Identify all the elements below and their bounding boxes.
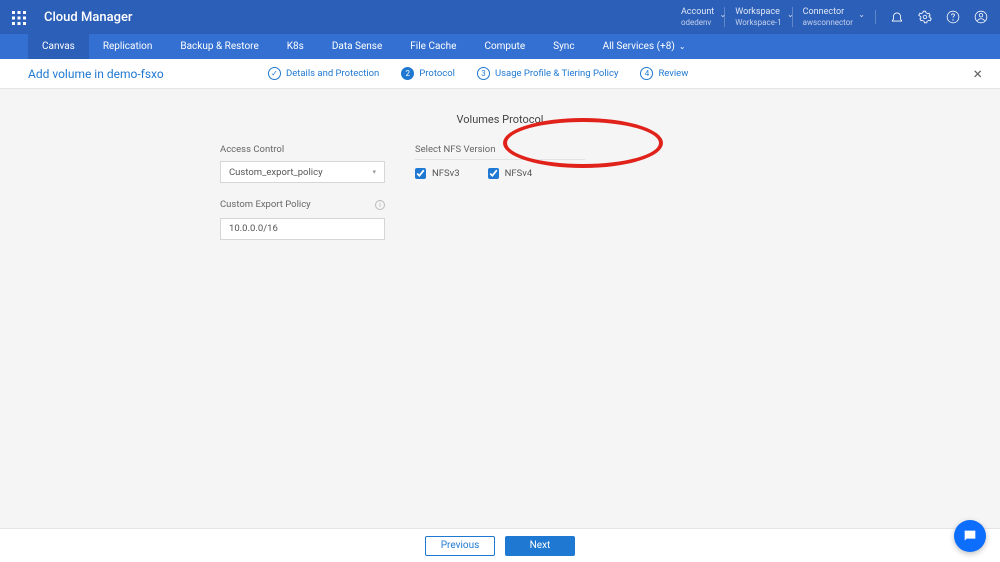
nav-replication[interactable]: Replication: [89, 34, 167, 59]
help-icon[interactable]: [946, 10, 960, 24]
nav-canvas[interactable]: Canvas: [28, 34, 89, 59]
chevron-down-icon: ⌄: [858, 10, 865, 20]
step-review[interactable]: 4 Review: [640, 67, 688, 80]
top-bar: Cloud Manager Account odedenv ⌄ Workspac…: [0, 0, 1000, 34]
custom-export-label: Custom Export Policy i: [220, 199, 385, 210]
step-label: Details and Protection: [286, 68, 379, 79]
step-protocol[interactable]: 2 Protocol: [401, 67, 455, 80]
nav-file-cache[interactable]: File Cache: [396, 34, 470, 59]
workspace-selector[interactable]: Workspace Workspace-1 ⌄: [724, 7, 791, 27]
settings-icon[interactable]: [918, 10, 932, 24]
nfsv4-checkbox-input[interactable]: [488, 168, 499, 179]
step-label: Review: [658, 68, 688, 79]
wizard-subheader: Add volume in demo-fsxo ✓ Details and Pr…: [0, 59, 1000, 89]
nfsv4-label: NFSv4: [505, 168, 533, 179]
content-area: Volumes Protocol Access Control Custom_e…: [0, 89, 1000, 240]
step-details[interactable]: ✓ Details and Protection: [268, 67, 379, 80]
step-number-icon: 3: [477, 67, 490, 80]
custom-export-label-text: Custom Export Policy: [220, 199, 311, 210]
nfs-checkbox-row: NFSv3 NFSv4: [415, 168, 780, 179]
workspace-label: Workspace: [735, 7, 780, 18]
previous-button[interactable]: Previous: [425, 536, 495, 556]
app-grid-icon[interactable]: [12, 10, 26, 24]
connector-selector[interactable]: Connector awsconnector ⌄: [792, 7, 863, 27]
form-area: Access Control Custom_export_policy ▾ Cu…: [220, 144, 780, 240]
wizard-title: Add volume in demo-fsxo: [28, 67, 268, 81]
step-label: Protocol: [419, 68, 455, 79]
form-left-column: Access Control Custom_export_policy ▾ Cu…: [220, 144, 385, 240]
nav-data-sense[interactable]: Data Sense: [318, 34, 396, 59]
access-control-value: Custom_export_policy: [229, 167, 323, 178]
next-button[interactable]: Next: [505, 536, 575, 556]
access-control-label: Access Control: [220, 144, 385, 155]
nav-all-services[interactable]: All Services (+8) ⌄: [589, 34, 700, 59]
nfsv3-checkbox-input[interactable]: [415, 168, 426, 179]
wizard-footer: Previous Next: [0, 528, 1000, 562]
nav-k8s[interactable]: K8s: [273, 34, 318, 59]
nav-all-services-label: All Services (+8): [603, 41, 675, 52]
nfsv4-checkbox[interactable]: NFSv4: [488, 168, 533, 179]
nfsv3-checkbox[interactable]: NFSv3: [415, 168, 460, 179]
account-selector[interactable]: Account odedenv ⌄: [671, 7, 724, 27]
nav-compute[interactable]: Compute: [470, 34, 539, 59]
nfsv3-label: NFSv3: [432, 168, 460, 179]
user-icon[interactable]: [974, 10, 988, 24]
brand-title: Cloud Manager: [44, 10, 671, 25]
main-nav: Canvas Replication Backup & Restore K8s …: [0, 34, 1000, 59]
close-icon[interactable]: ×: [973, 64, 982, 83]
workspace-value: Workspace-1: [735, 18, 781, 28]
page-title: Volumes Protocol: [0, 113, 1000, 126]
account-value: odedenv: [681, 18, 711, 28]
custom-export-input[interactable]: [220, 218, 385, 240]
nav-backup-restore[interactable]: Backup & Restore: [166, 34, 272, 59]
step-usage-profile[interactable]: 3 Usage Profile & Tiering Policy: [477, 67, 618, 80]
info-icon[interactable]: i: [375, 200, 385, 210]
nav-sync[interactable]: Sync: [539, 34, 588, 59]
top-selectors: Account odedenv ⌄ Workspace Workspace-1 …: [671, 7, 988, 27]
notifications-icon[interactable]: [890, 10, 904, 24]
wizard-steps: ✓ Details and Protection 2 Protocol 3 Us…: [268, 67, 688, 80]
top-iconbar: [875, 10, 988, 24]
access-control-select[interactable]: Custom_export_policy ▾: [220, 161, 385, 183]
check-icon: ✓: [268, 67, 281, 80]
chevron-down-icon: ⌄: [679, 42, 686, 51]
step-number-icon: 2: [401, 67, 414, 80]
connector-label: Connector: [803, 7, 844, 18]
step-label: Usage Profile & Tiering Policy: [495, 68, 618, 79]
nfs-version-label: Select NFS Version: [415, 144, 585, 160]
connector-value: awsconnector: [803, 18, 853, 28]
step-number-icon: 4: [640, 67, 653, 80]
chevron-down-icon: ▾: [372, 168, 376, 176]
account-label: Account: [681, 7, 714, 18]
form-right-column: Select NFS Version NFSv3 NFSv4: [415, 144, 780, 240]
chat-widget-icon[interactable]: [954, 520, 986, 552]
